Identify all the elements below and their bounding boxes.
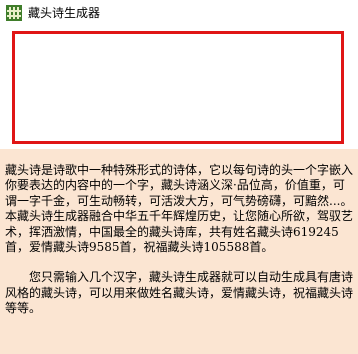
app-window: 藏头诗生成器 藏头诗是诗歌中一种特殊形式的诗体，它以每句诗的头一个字嵌入你要表达…: [0, 0, 358, 354]
poem-input-field[interactable]: [12, 31, 344, 144]
input-area: [0, 28, 358, 149]
description-paragraph-2: 您只需输入几个汉字，藏头诗生成器就可以自动生成具有唐诗风格的藏头诗，可以用来做姓…: [5, 270, 354, 316]
description-panel: 藏头诗是诗歌中一种特殊形式的诗体，它以每句诗的头一个字嵌入你要表达的内容中的一个…: [0, 149, 358, 354]
window-title: 藏头诗生成器: [28, 6, 101, 20]
description-paragraph-1: 藏头诗是诗歌中一种特殊形式的诗体，它以每句诗的头一个字嵌入你要表达的内容中的一个…: [5, 163, 354, 255]
description-text: 藏头诗是诗歌中一种特殊形式的诗体，它以每句诗的头一个字嵌入你要表达的内容中的一个…: [5, 163, 355, 317]
title-bar: 藏头诗生成器: [0, 0, 358, 28]
app-icon: [6, 5, 22, 21]
